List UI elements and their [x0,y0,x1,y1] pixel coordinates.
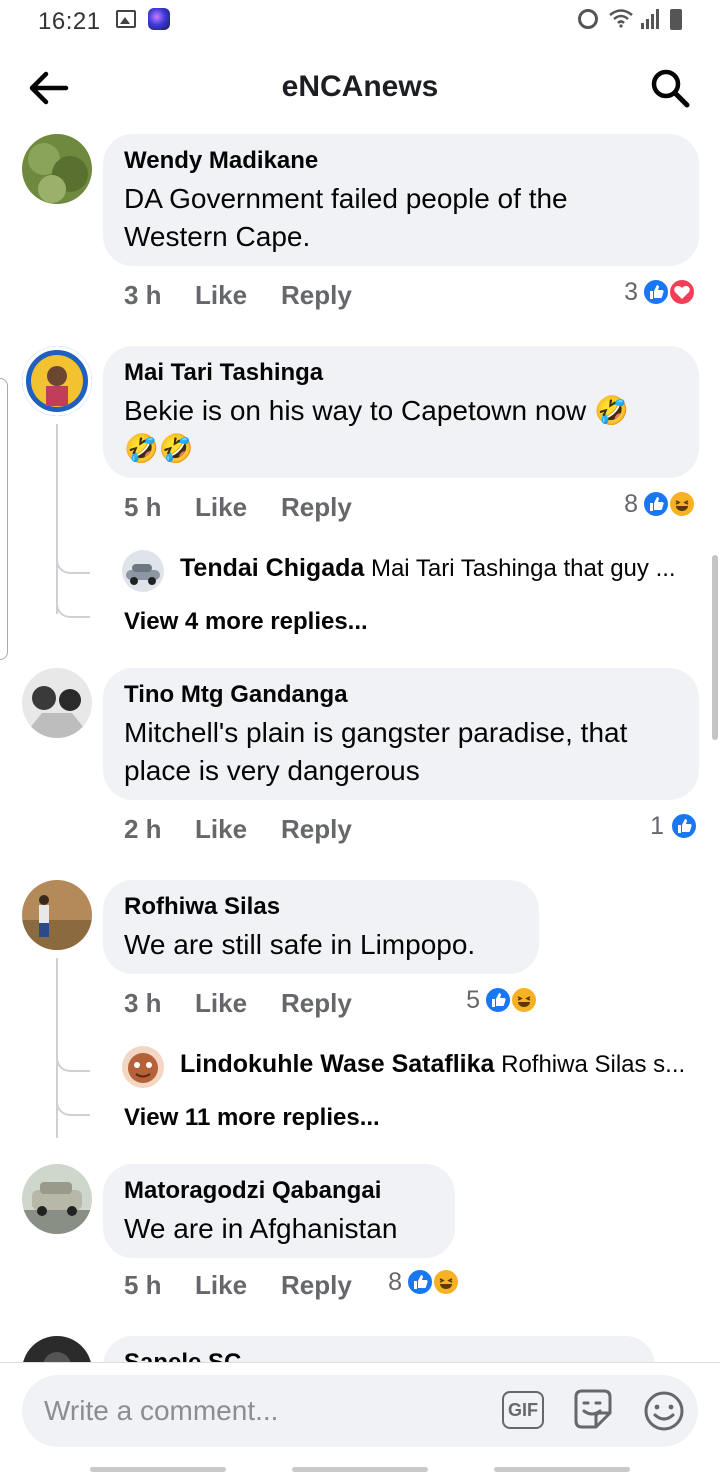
reply-preview[interactable]: Tendai Chigada Mai Tari Tashinga that gu… [122,548,702,592]
reaction-count: 1 [650,812,664,840]
like-reaction-icon [642,490,670,518]
avatar[interactable] [22,1164,92,1234]
thread-line [56,958,58,1138]
comment-time: 3 h [124,988,162,1018]
reply-button[interactable]: Reply [281,492,352,523]
like-button[interactable]: Like [195,492,247,523]
nav-indicator-center [292,1467,428,1472]
reply-text: Tendai Chigada Mai Tari Tashinga that gu… [180,554,702,583]
status-bar: 16:21 [0,0,720,44]
reaction-count: 3 [624,278,638,306]
edge-panel-handle[interactable] [0,378,8,660]
reply-body: Rofhiwa Silas s... [501,1051,686,1078]
app-icon [148,8,170,30]
like-button[interactable]: Like [195,988,247,1019]
alarm-icon [578,9,598,29]
app-header: eNCAnews [0,50,720,128]
comment-time: 5 h [124,1270,162,1300]
comment-text: Mitchell's plain is gangster paradise, t… [124,717,628,786]
comment-input-placeholder: Write a comment... [44,1395,279,1426]
like-reaction-icon [670,812,698,840]
view-more-replies-link[interactable]: View 11 more replies... [124,1104,380,1132]
avatar[interactable] [22,346,92,416]
reply-button[interactable]: Reply [281,814,352,845]
like-button[interactable]: Like [195,1270,247,1301]
like-button[interactable]: Like [195,280,247,311]
avatar[interactable] [122,1046,164,1088]
comment-bubble[interactable]: Rofhiwa Silas We are still safe in Limpo… [103,880,539,974]
emoji-icon[interactable] [642,1389,686,1433]
reply-button[interactable]: Reply [281,1270,352,1301]
like-reaction-icon [406,1268,434,1296]
comment-author[interactable]: Matoragodzi Qabangai [124,1176,434,1206]
gallery-icon [116,10,136,28]
reaction-count: 5 [466,986,480,1014]
love-reaction-icon [668,278,696,306]
haha-reaction-icon [668,490,696,518]
avatar[interactable] [22,134,92,204]
haha-reaction-icon [432,1268,460,1296]
like-reaction-icon [484,986,512,1014]
comment-author[interactable]: Wendy Madikane [124,146,678,176]
wifi-icon [609,9,633,28]
avatar[interactable] [22,880,92,950]
comment-bubble[interactable]: Tino Mtg Gandanga Mitchell's plain is ga… [103,668,699,800]
reply-button[interactable]: Reply [281,988,352,1019]
thread-connector [56,598,90,618]
comment-text: DA Government failed people of the Weste… [124,183,568,252]
reply-author[interactable]: Lindokuhle Wase Sataflika [180,1050,494,1078]
reply-author[interactable]: Tendai Chigada [180,554,364,582]
avatar[interactable] [122,550,164,592]
comment-time: 5 h [124,492,162,522]
comment-composer-bar: Write a comment... GIF [0,1362,720,1480]
reaction-summary[interactable]: 3 [610,278,700,308]
reply-preview[interactable]: Lindokuhle Wase Sataflika Rofhiwa Silas … [122,1044,702,1088]
comment-author[interactable]: Rofhiwa Silas [124,892,518,922]
comment-bubble[interactable]: Wendy Madikane DA Government failed peop… [103,134,699,266]
search-icon[interactable] [648,66,692,110]
sticker-icon[interactable] [570,1387,616,1433]
reaction-summary[interactable]: 8 [374,1268,464,1298]
thread-connector [56,554,90,574]
comment-text: Bekie is on his way to Capetown now 🤣 🤣🤣 [124,395,629,464]
reply-body: Mai Tari Tashinga that guy ... [370,555,676,582]
like-reaction-icon [642,278,670,306]
comment-author[interactable]: Mai Tari Tashinga [124,358,678,388]
battery-icon [670,9,682,30]
page-title: eNCAnews [281,70,439,103]
like-button[interactable]: Like [195,814,247,845]
comment-bubble[interactable]: Matoragodzi Qabangai We are in Afghanist… [103,1164,455,1258]
view-more-replies-link[interactable]: View 4 more replies... [124,608,368,636]
thread-connector [56,1052,90,1072]
comment-time: 2 h [124,814,162,844]
gif-icon[interactable]: GIF [502,1391,544,1429]
comment-bubble[interactable]: Mai Tari Tashinga Bekie is on his way to… [103,346,699,478]
reaction-summary[interactable]: 1 [630,812,700,842]
signal-icon [641,9,659,29]
reply-text: Lindokuhle Wase Sataflika Rofhiwa Silas … [180,1050,702,1079]
nav-indicator-left [90,1467,226,1472]
reaction-summary[interactable]: 8 [610,490,700,520]
comment-time: 3 h [124,280,162,310]
avatar[interactable] [22,668,92,738]
reaction-summary[interactable]: 5 [452,986,542,1016]
comment-text: We are in Afghanistan [124,1213,398,1244]
reaction-count: 8 [388,1268,402,1296]
thread-line [56,424,58,614]
scrollbar[interactable] [712,555,718,740]
comment-author[interactable]: Tino Mtg Gandanga [124,680,678,710]
nav-indicator-right [494,1467,630,1472]
reply-button[interactable]: Reply [281,280,352,311]
haha-reaction-icon [510,986,538,1014]
comment-input[interactable]: Write a comment... GIF [22,1375,698,1447]
thread-connector [56,1096,90,1116]
comment-text: We are still safe in Limpopo. [124,929,476,960]
reaction-count: 8 [624,490,638,518]
status-time: 16:21 [38,8,101,35]
